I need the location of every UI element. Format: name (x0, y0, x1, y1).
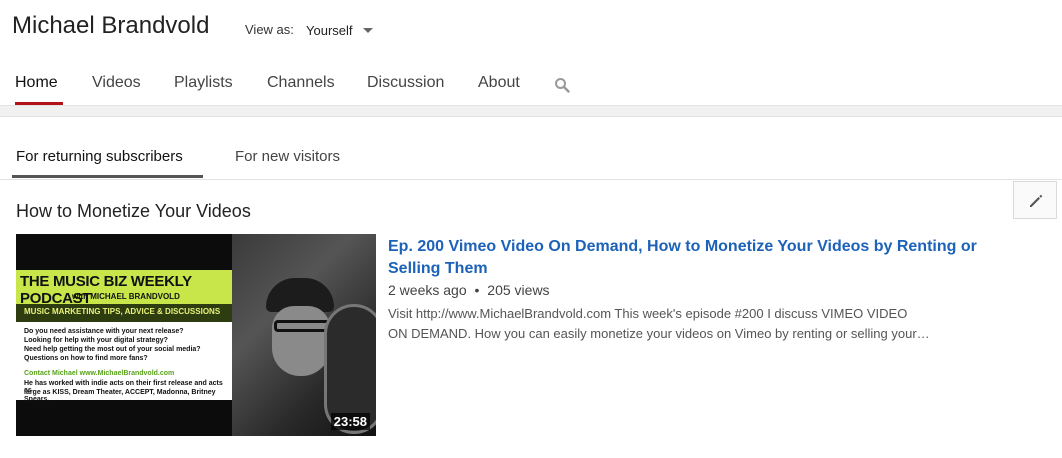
thumbnail-subtitle: with MICHAEL BRANDVOLD (72, 292, 180, 301)
face-shape (272, 306, 330, 376)
thumbnail-graphic: THE MUSIC BIZ WEEKLY PODCAST with MICHAE… (16, 270, 232, 403)
thumbnail-question-4: Questions on how to find more fans? (24, 355, 148, 362)
view-as-label: View as: (245, 22, 294, 37)
thumbnail-question-3: Need help getting the most out of your s… (24, 346, 201, 353)
channel-title: Michael Brandvold (12, 12, 210, 39)
view-as-dropdown[interactable]: Yourself (306, 23, 353, 38)
tab-channels[interactable]: Channels (267, 74, 335, 92)
video-thumbnail[interactable]: THE MUSIC BIZ WEEKLY PODCAST with MICHAE… (16, 234, 376, 436)
video-title-line-2: Selling Them (388, 260, 488, 277)
home-content-card: For returning subscribers For new visito… (0, 116, 1062, 458)
meta-separator: • (474, 282, 480, 298)
thumbnail-contact: Contact Michael www.MichaelBrandvold.com (24, 370, 175, 377)
host-photo (232, 234, 376, 436)
thumbnail-title: THE MUSIC BIZ WEEKLY PODCAST (20, 273, 192, 307)
channel-header: Michael Brandvold View as: Yourself Home… (0, 0, 1062, 106)
caret-down-icon[interactable] (363, 28, 373, 33)
video-description: Visit http://www.MichaelBrandvold.com Th… (388, 304, 1008, 344)
active-subtab-indicator (12, 175, 203, 178)
pencil-icon (1030, 194, 1043, 207)
video-title-link[interactable]: Ep. 200 Vimeo Video On Demand, How to Mo… (388, 236, 1008, 280)
video-age: 2 weeks ago (388, 282, 467, 298)
tab-discussion[interactable]: Discussion (367, 74, 444, 92)
video-views: 205 views (487, 282, 550, 298)
subtab-returning-subscribers[interactable]: For returning subscribers (16, 148, 183, 165)
tab-playlists[interactable]: Playlists (174, 74, 233, 92)
edit-section-button[interactable] (1013, 181, 1057, 219)
thumbnail-bio-2: large as KISS, Dream Theater, ACCEPT, Ma… (24, 389, 216, 403)
active-tab-indicator (15, 102, 63, 105)
section-title: How to Monetize Your Videos (16, 201, 251, 221)
thumbnail-question-1: Do you need assistance with your next re… (24, 328, 184, 335)
divider (0, 179, 1062, 180)
description-line-2: ON DEMAND. How you can easily monetize y… (388, 326, 930, 341)
description-line-1: Visit http://www.MichaelBrandvold.com Th… (388, 306, 908, 321)
thumbnail-tips-text: MUSIC MARKETING TIPS, ADVICE & DISCUSSIO… (24, 307, 221, 316)
glasses-shape (274, 320, 330, 332)
thumbnail-question-2: Looking for help with your digital strat… (24, 337, 168, 344)
subtab-new-visitors[interactable]: For new visitors (235, 148, 340, 165)
tab-videos[interactable]: Videos (92, 74, 141, 92)
video-title-line-1: Ep. 200 Vimeo Video On Demand, How to Mo… (388, 238, 977, 255)
tab-home[interactable]: Home (15, 74, 58, 92)
tab-about[interactable]: About (478, 74, 520, 92)
search-icon[interactable] (554, 77, 570, 93)
video-meta: 2 weeks ago • 205 views (388, 282, 550, 298)
video-duration: 23:58 (330, 413, 370, 430)
